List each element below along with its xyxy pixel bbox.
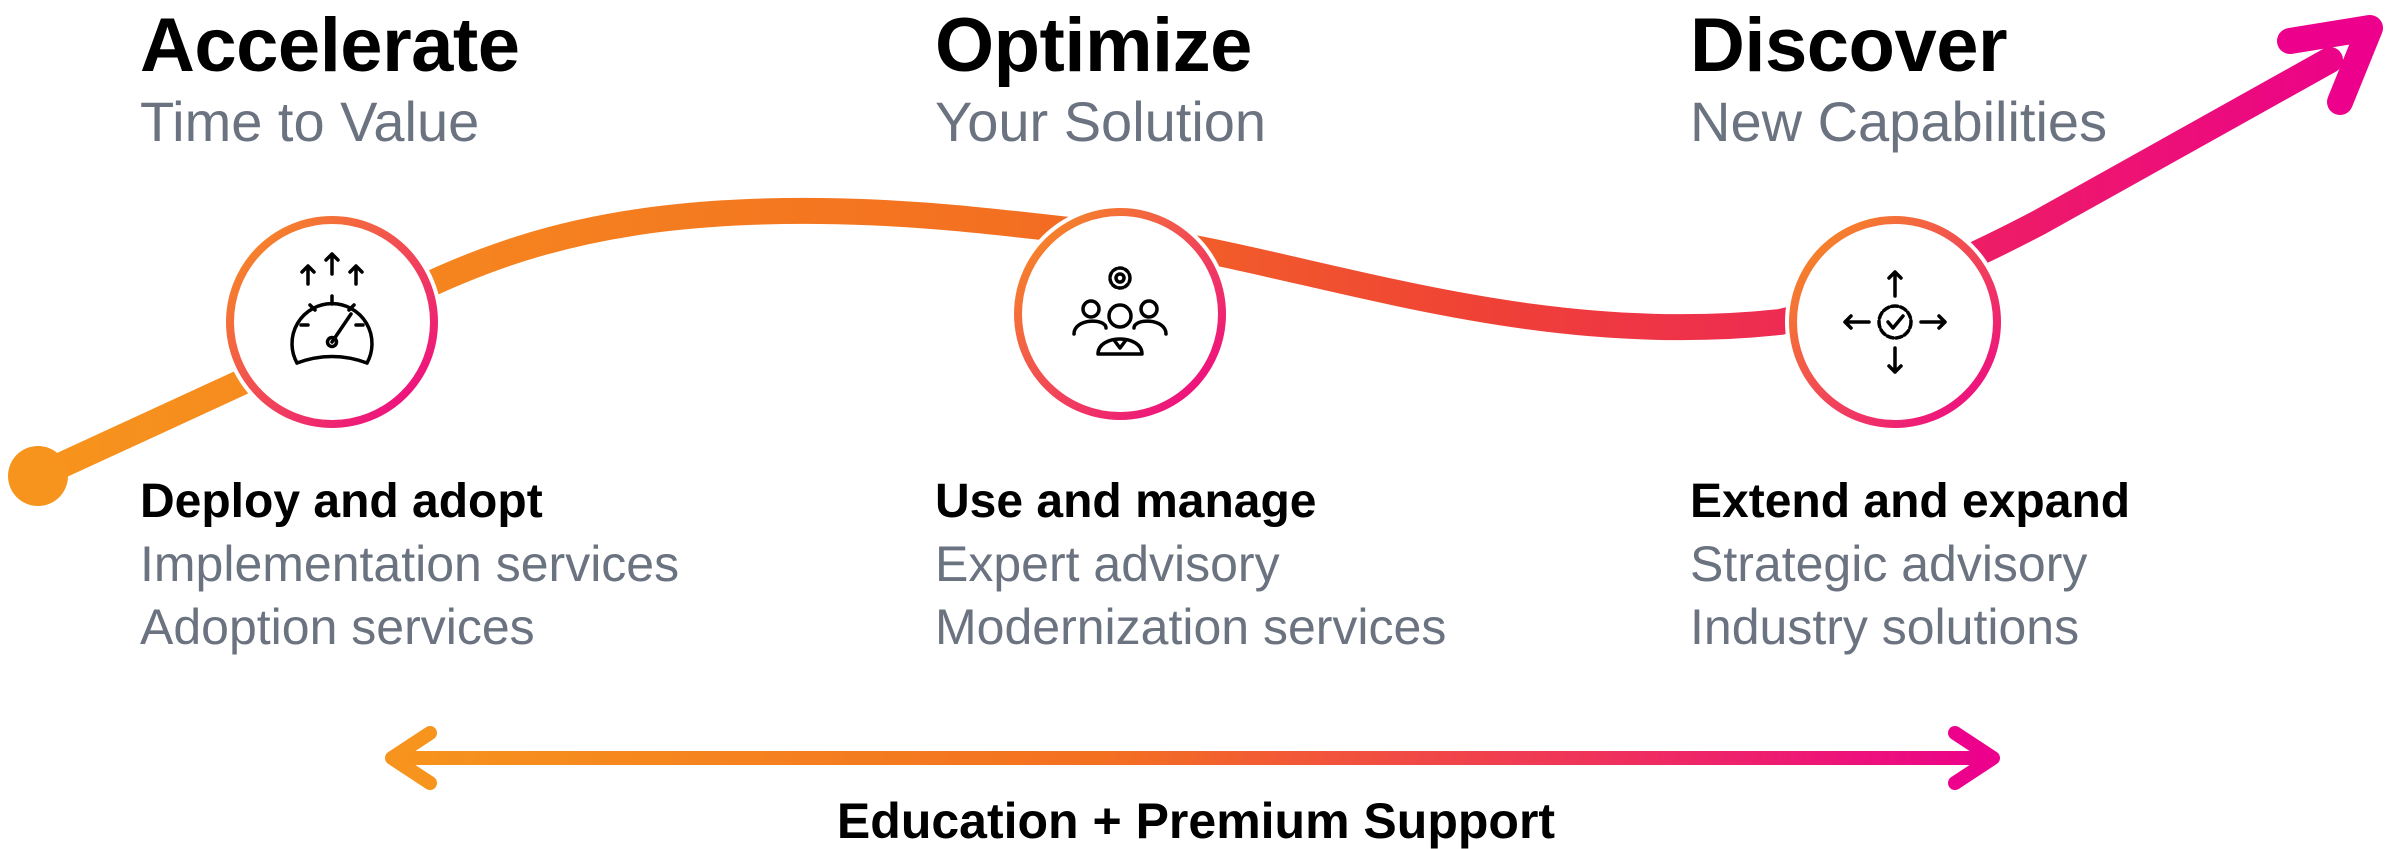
service-heading: Deploy and adopt bbox=[140, 475, 543, 528]
service-heading: Use and manage bbox=[935, 475, 1317, 528]
stage-optimize: Optimize Your Solution bbox=[935, 8, 1575, 150]
service-item: Industry solutions bbox=[1690, 599, 2080, 655]
service-use-manage: Use and manage Expert advisory Moderniza… bbox=[935, 475, 1555, 655]
stage-circle-discover bbox=[1785, 212, 2005, 432]
stage-circle-optimize bbox=[1010, 204, 1230, 424]
service-item: Implementation services bbox=[140, 536, 680, 592]
stage-accelerate: Accelerate Time to Value bbox=[140, 8, 780, 150]
stage-subtitle: Your Solution bbox=[935, 90, 1267, 153]
stage-subtitle: New Capabilities bbox=[1690, 90, 2108, 153]
stage-circle-accelerate bbox=[222, 212, 442, 432]
stage-title: Discover bbox=[1690, 3, 2008, 88]
service-item: Modernization services bbox=[935, 599, 1447, 655]
service-extend-expand: Extend and expand Strategic advisory Ind… bbox=[1690, 475, 2310, 655]
service-deploy-adopt: Deploy and adopt Implementation services… bbox=[140, 475, 760, 655]
stage-discover: Discover New Capabilities bbox=[1690, 8, 2330, 150]
stage-subtitle: Time to Value bbox=[140, 90, 480, 153]
stage-title: Accelerate bbox=[140, 3, 520, 88]
service-item: Strategic advisory bbox=[1690, 536, 2088, 592]
stage-title: Optimize bbox=[935, 3, 1252, 88]
journey-start-dot bbox=[8, 446, 68, 506]
service-heading: Extend and expand bbox=[1690, 475, 2131, 528]
support-label: Education + Premium Support bbox=[836, 793, 1556, 849]
service-item: Expert advisory bbox=[935, 536, 1280, 592]
service-item: Adoption services bbox=[140, 599, 535, 655]
